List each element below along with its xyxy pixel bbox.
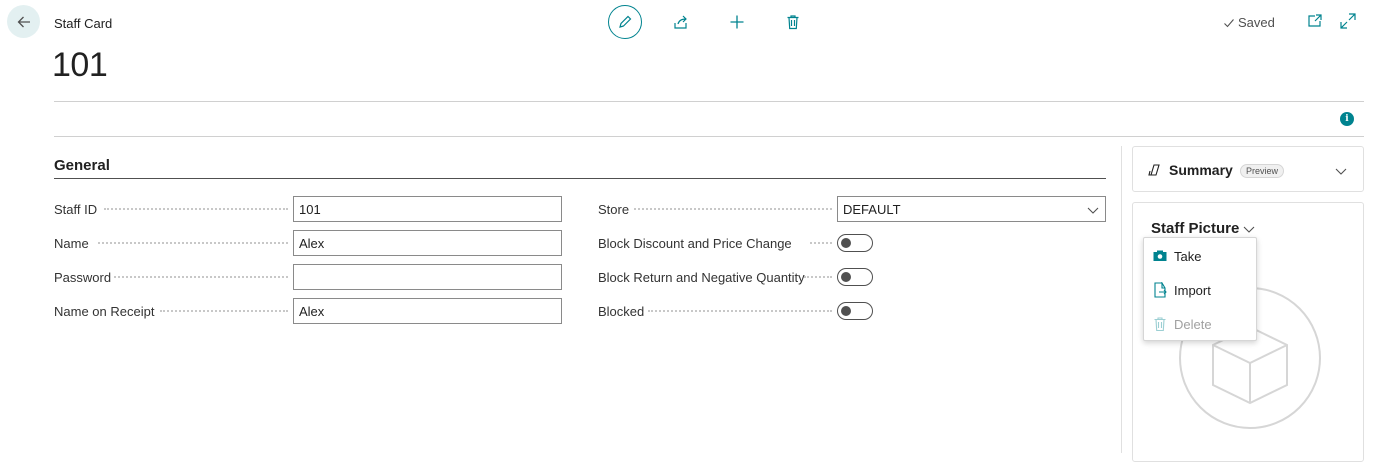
page-title: 101 [52,46,108,84]
import-icon [1154,282,1167,298]
action-toolbar [608,5,810,39]
share-button[interactable] [664,5,698,39]
staff-picture-header[interactable]: Staff Picture [1151,220,1255,237]
leader-dots [810,242,832,244]
delete-button[interactable] [776,5,810,39]
leader-dots [114,276,288,278]
leader-dots [634,208,832,210]
leader-dots [98,242,288,244]
chevron-down-icon [1243,226,1255,233]
name-on-receipt-field[interactable]: Alex [293,298,562,324]
breadcrumb: Staff Card [54,16,113,31]
new-button[interactable] [720,5,754,39]
picture-action-menu: Take Import Delete [1143,237,1257,341]
leader-dots [160,310,288,312]
plus-icon [730,15,744,29]
info-icon[interactable]: i [1340,112,1354,126]
menu-item-take[interactable]: Take [1144,239,1256,273]
section-rule [54,178,1106,179]
menu-item-delete[interactable]: Delete [1144,307,1256,341]
block-return-label: Block Return and Negative Quantity [598,269,805,285]
block-return-toggle[interactable] [837,268,873,286]
factbox-divider [1121,146,1122,453]
toggle-knob [841,306,851,316]
blocked-toggle[interactable] [837,302,873,320]
store-value: DEFAULT [843,201,901,217]
blocked-label: Blocked [598,303,645,319]
back-button[interactable] [7,5,40,38]
edit-icon [619,15,632,28]
toggle-knob [841,238,851,248]
menu-item-label: Delete [1174,316,1212,332]
content-divider [54,136,1364,137]
preview-badge: Preview [1240,164,1285,178]
staff-id-label: Staff ID [54,201,98,217]
menu-item-label: Import [1174,282,1211,298]
copilot-icon [1148,164,1160,176]
store-select[interactable]: DEFAULT [837,196,1106,222]
password-field[interactable] [293,264,562,290]
staff-id-field[interactable]: 101 [293,196,562,222]
summary-card[interactable]: Summary Preview [1132,146,1364,192]
leader-dots [804,276,832,278]
checkmark-icon [1224,18,1234,27]
chevron-down-icon [1087,207,1099,214]
chevron-down-icon[interactable] [1335,165,1347,177]
leader-dots [104,208,288,210]
block-discount-label: Block Discount and Price Change [598,235,792,251]
name-on-receipt-label: Name on Receipt [54,303,155,319]
summary-label: Summary [1169,162,1233,178]
password-label: Password [54,269,112,285]
menu-item-import[interactable]: Import [1144,273,1256,307]
menu-item-label: Take [1174,248,1202,264]
header-divider [54,101,1364,102]
trash-icon [787,15,799,30]
staff-picture-label: Staff Picture [1151,220,1240,237]
camera-icon [1153,250,1167,261]
name-field[interactable]: Alex [293,230,562,256]
edit-button[interactable] [608,5,642,39]
block-discount-toggle[interactable] [837,234,873,252]
store-label: Store [598,201,630,217]
toggle-knob [841,272,851,282]
leader-dots [648,310,832,312]
saved-status: Saved [1223,15,1275,30]
name-label: Name [54,235,89,251]
trash-icon [1154,317,1166,332]
open-new-window-icon[interactable] [1306,12,1324,30]
section-title-general[interactable]: General [54,157,110,174]
saved-label: Saved [1238,15,1275,30]
expand-icon[interactable] [1339,12,1357,30]
share-icon [674,15,687,29]
arrow-left-icon [17,16,30,27]
